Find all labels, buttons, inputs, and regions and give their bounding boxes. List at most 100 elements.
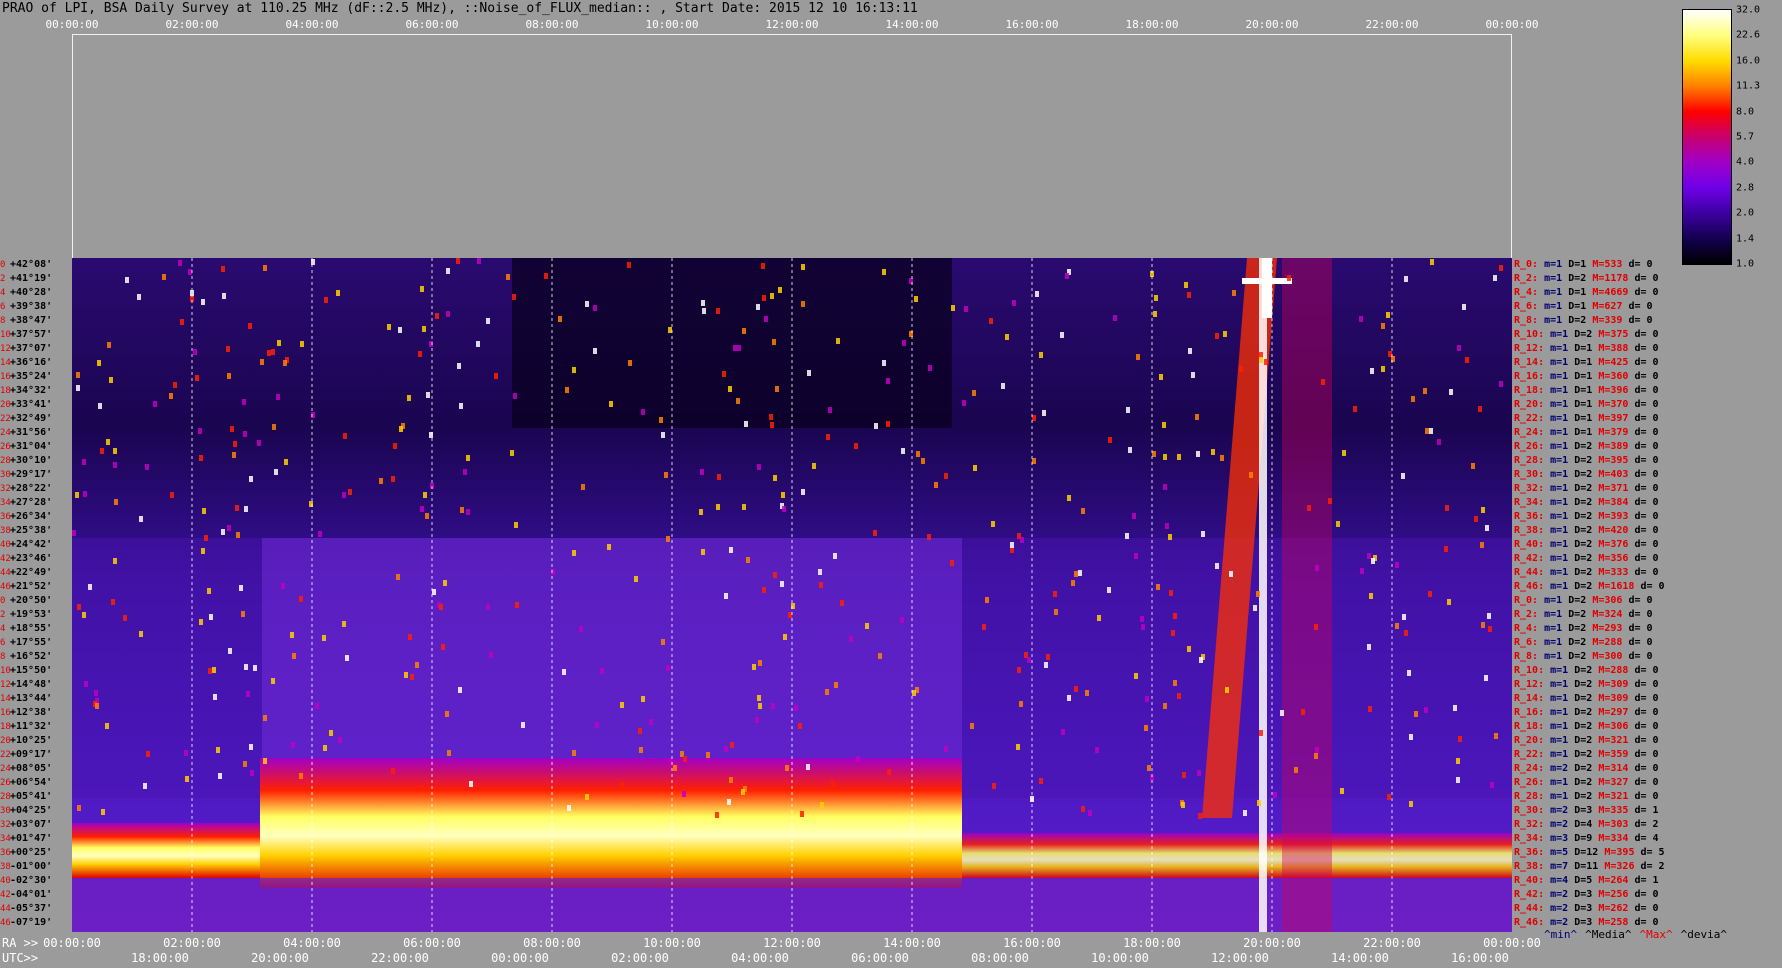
noise-point: [137, 294, 141, 300]
max-value: M=627: [1592, 301, 1623, 312]
noise-point: [1328, 498, 1332, 504]
noise-point: [1199, 657, 1203, 663]
beam-index: 20: [0, 400, 11, 410]
noise-point: [1359, 316, 1363, 322]
noise-point: [1395, 562, 1399, 568]
declination-label: 12+14°48': [0, 678, 72, 692]
min-value: m=1: [1550, 567, 1569, 578]
receiver-stats-row: R_38: m=1 D=2 M=420 d= 0: [1514, 524, 1659, 538]
beam-index: 28: [0, 792, 11, 802]
min-value: m=1: [1550, 455, 1569, 466]
noise-point: [773, 572, 777, 578]
noise-point: [724, 746, 728, 752]
noise-point: [744, 421, 748, 427]
deviation-value: d= 0: [1628, 315, 1653, 326]
max-value: M=425: [1598, 357, 1629, 368]
receiver-id: R_22:: [1514, 749, 1545, 760]
noise-point: [1060, 332, 1064, 338]
max-value: M=324: [1592, 609, 1623, 620]
noise-point: [281, 583, 285, 589]
colorbar-tick-label: 32.0: [1736, 4, 1761, 16]
noise-point: [1081, 806, 1085, 812]
max-value: M=327: [1598, 777, 1629, 788]
max-value: M=303: [1598, 819, 1629, 830]
declination-label: 24+08°05': [0, 762, 72, 776]
noise-point: [274, 469, 278, 475]
page-title: PRAO of LPI, BSA Daily Survey at 110.25 …: [2, 1, 918, 16]
noise-point: [466, 509, 470, 515]
noise-point: [100, 448, 104, 454]
declination-label: 2 +41°19': [0, 272, 72, 286]
noise-point: [700, 469, 704, 475]
receiver-stats-row: R_2: m=1 D=2 M=1178 d= 0: [1514, 272, 1659, 286]
receiver-stats-row: R_36: m=1 D=2 M=393 d= 0: [1514, 510, 1659, 524]
deviation-value: d= 0: [1634, 903, 1659, 914]
min-value: m=1: [1550, 735, 1569, 746]
utc-time-label: 22:00:00: [371, 951, 429, 965]
receiver-stats-row: R_42: m=2 D=3 M=256 d= 0: [1514, 888, 1659, 902]
noise-point: [201, 548, 205, 554]
receiver-stats-row: R_26: m=1 D=2 M=327 d= 0: [1514, 776, 1659, 790]
noise-point: [1368, 706, 1372, 712]
noise-point: [1423, 388, 1427, 394]
max-value: M=339: [1592, 315, 1623, 326]
noise-point: [1095, 747, 1099, 753]
median-value: D=3: [1574, 917, 1593, 928]
noise-point: [162, 274, 166, 280]
noise-point: [661, 639, 665, 645]
noise-point: [1168, 534, 1172, 540]
receiver-id: R_12:: [1514, 343, 1545, 354]
noise-point: [494, 373, 498, 379]
min-value: m=1: [1550, 469, 1569, 480]
noise-point: [1141, 624, 1145, 630]
noise-point: [794, 705, 798, 711]
noise-point: [944, 473, 948, 479]
noise-point: [1191, 372, 1195, 378]
noise-point: [1071, 580, 1075, 586]
min-value: m=1: [1550, 553, 1569, 564]
declination-value: +37°07': [10, 343, 53, 354]
noise-point: [216, 747, 220, 753]
declination-value: +23°46': [10, 553, 53, 564]
noise-point: [834, 682, 838, 688]
receiver-stats-row: R_4: m=1 D=2 M=293 d= 0: [1514, 622, 1653, 636]
noise-point: [1381, 366, 1385, 372]
noise-point: [230, 426, 234, 432]
bright-source: [1262, 258, 1272, 318]
noise-point: [741, 789, 745, 795]
top-time-label: 02:00:00: [165, 18, 219, 31]
noise-point: [701, 300, 705, 306]
receiver-stats-row: R_20: m=1 D=2 M=321 d= 0: [1514, 734, 1659, 748]
noise-point: [1402, 614, 1406, 620]
noise-point: [1386, 312, 1390, 318]
noise-point: [728, 386, 732, 392]
max-value: M=397: [1598, 413, 1629, 424]
noise-point: [218, 773, 222, 779]
deviation-value: d= 0: [1634, 777, 1659, 788]
noise-point: [338, 737, 342, 743]
noise-point: [627, 262, 631, 268]
declination-label: 18+11°32': [0, 720, 72, 734]
min-value: m=2: [1550, 819, 1569, 830]
noise-point: [970, 723, 974, 729]
median-value: D=2: [1574, 329, 1593, 340]
max-value: M=4669: [1592, 287, 1629, 298]
ra-time-label: 10:00:00: [643, 936, 701, 950]
noise-point: [284, 459, 288, 465]
declination-value: +10°25': [10, 735, 53, 746]
noise-point: [730, 742, 734, 748]
declination-value: +40°28': [10, 287, 53, 298]
min-value: m=2: [1550, 889, 1569, 900]
median-value: D=2: [1568, 273, 1587, 284]
noise-point: [1074, 571, 1078, 577]
receiver-id: R_28:: [1514, 791, 1545, 802]
receiver-stats-row: R_26: m=1 D=2 M=389 d= 0: [1514, 440, 1659, 454]
noise-point: [95, 703, 99, 709]
max-value: M=297: [1598, 707, 1629, 718]
noise-point: [762, 587, 766, 593]
median-value: D=2: [1574, 469, 1593, 480]
max-value: M=1178: [1592, 273, 1629, 284]
declination-value: +22°49': [10, 567, 53, 578]
receiver-stats-panel: R_0: m=1 D=1 M=533 d= 0 R_2: m=1 D=2 M=11…: [1514, 258, 1684, 932]
noise-point: [742, 504, 746, 510]
